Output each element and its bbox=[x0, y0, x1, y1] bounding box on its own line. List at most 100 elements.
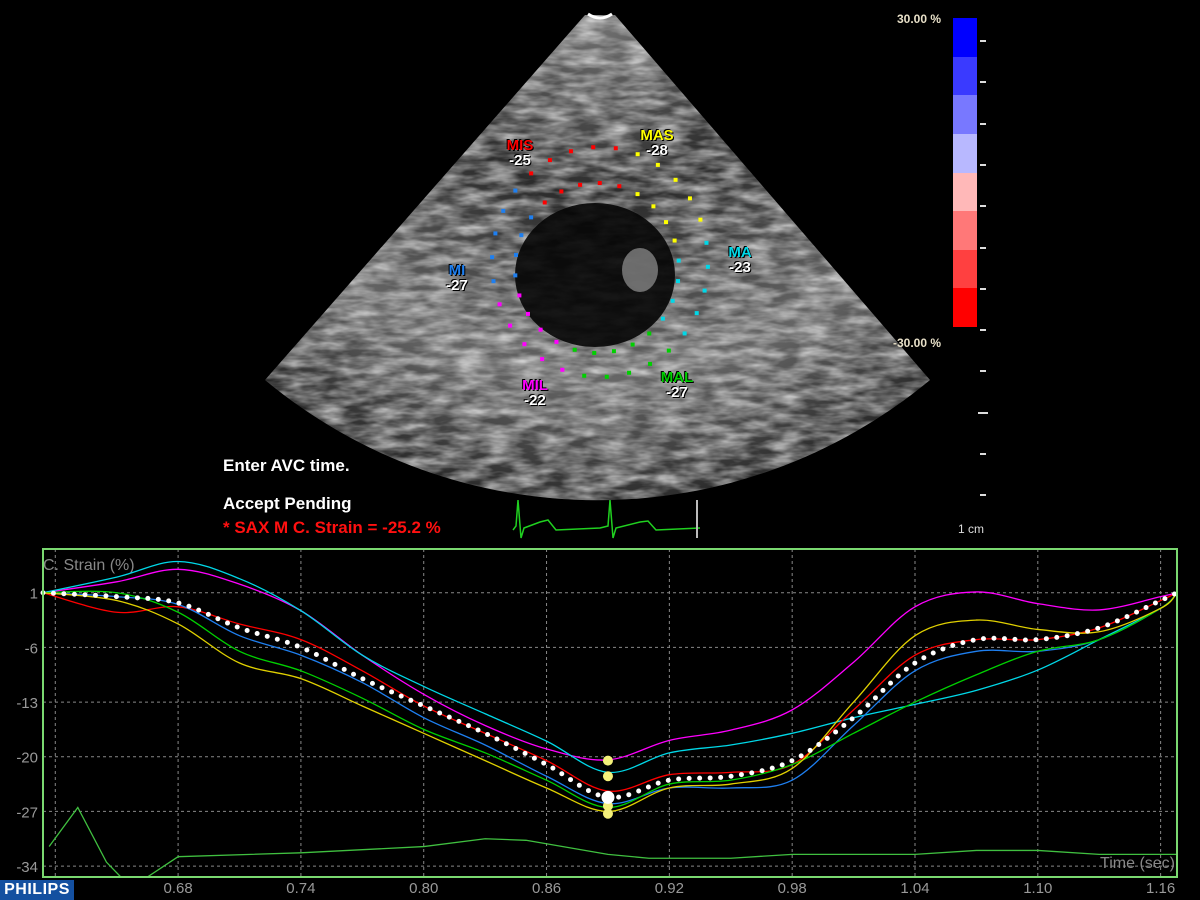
tracking-dot bbox=[673, 177, 678, 182]
tracking-dot bbox=[617, 184, 622, 189]
tracking-dot bbox=[694, 311, 699, 316]
tracking-dot bbox=[491, 279, 496, 284]
segment-label-mis: MIS -25 bbox=[498, 138, 542, 168]
x-tick-label: 0.86 bbox=[532, 880, 561, 897]
tracking-dot bbox=[672, 238, 677, 243]
papillary-muscle bbox=[622, 248, 658, 292]
tracking-dot bbox=[664, 220, 669, 225]
x-tick-label: 0.92 bbox=[655, 880, 684, 897]
tracking-dot bbox=[525, 311, 530, 316]
segment-value: -28 bbox=[646, 142, 668, 159]
segment-label-mal: MAL -27 bbox=[652, 370, 702, 400]
tracking-dot bbox=[670, 298, 675, 303]
x-tick-label: 1.16 bbox=[1146, 880, 1175, 897]
depth-tick bbox=[980, 163, 986, 166]
tracking-dot bbox=[648, 361, 653, 366]
peak-marker bbox=[602, 771, 613, 782]
y-tick-label: -34 bbox=[16, 859, 38, 876]
tracking-dot bbox=[682, 331, 687, 336]
segment-label-ma: MA -23 bbox=[720, 245, 760, 275]
colorbar-block bbox=[953, 133, 977, 173]
tracking-dot bbox=[490, 255, 495, 260]
tracking-dot bbox=[704, 240, 709, 245]
segment-value: -22 bbox=[524, 392, 546, 409]
tracking-dot bbox=[568, 149, 573, 154]
y-axis-label: C. Strain (%) bbox=[43, 557, 135, 574]
average-peak-marker bbox=[601, 790, 615, 804]
segment-label-mi: MI -27 bbox=[438, 263, 476, 293]
ultrasound-image bbox=[265, 12, 930, 539]
segment-value: -25 bbox=[509, 152, 531, 169]
tracking-dot bbox=[651, 204, 656, 209]
depth-tick bbox=[980, 81, 986, 84]
colorbar-block bbox=[953, 172, 977, 212]
ecg-trace bbox=[48, 806, 1177, 878]
x-tick-label: 1.10 bbox=[1023, 880, 1052, 897]
tracking-dot bbox=[597, 181, 602, 186]
global-strain-result: * SAX M C. Strain = -25.2 % bbox=[223, 518, 441, 537]
tracking-dot bbox=[604, 374, 609, 379]
x-axis-label: Time (sec) bbox=[1100, 855, 1175, 872]
tracking-dot bbox=[702, 288, 707, 293]
y-tick-label: -6 bbox=[25, 640, 38, 657]
colorbar-block bbox=[953, 211, 977, 250]
y-tick-label: -13 bbox=[16, 695, 38, 712]
tracking-dot bbox=[493, 231, 498, 236]
strain-colorbar bbox=[953, 18, 977, 327]
depth-tick bbox=[978, 411, 988, 414]
tracking-dot bbox=[538, 327, 543, 332]
colorbar-block bbox=[953, 56, 977, 96]
peak-marker bbox=[602, 808, 613, 819]
colorbar-max-label: 30.00 % bbox=[897, 12, 942, 26]
chart-frame bbox=[42, 548, 1178, 878]
tracking-dot bbox=[560, 367, 565, 372]
tracking-dot bbox=[572, 347, 577, 352]
depth-tick bbox=[980, 287, 986, 290]
tracking-dot bbox=[519, 233, 524, 238]
tracking-dot bbox=[655, 162, 660, 167]
philips-logo: PHILIPS bbox=[0, 880, 74, 900]
strain-chart: 0.620.680.740.800.860.920.981.041.101.16… bbox=[16, 548, 1180, 897]
tracking-dot bbox=[660, 316, 665, 321]
tracking-dot bbox=[513, 252, 518, 257]
ecg-thumbnail bbox=[512, 499, 701, 539]
tracking-dot bbox=[547, 158, 552, 163]
x-tick-label: 0.74 bbox=[286, 880, 315, 897]
x-tick-label: 0.80 bbox=[409, 880, 438, 897]
tracking-dot bbox=[582, 373, 587, 378]
tracking-dot bbox=[542, 200, 547, 205]
depth-tick bbox=[980, 205, 986, 208]
tracking-dot bbox=[698, 217, 703, 222]
depth-tick bbox=[980, 453, 986, 455]
x-tick-label: 1.04 bbox=[900, 880, 929, 897]
tracking-dot bbox=[676, 258, 681, 263]
status-text: Accept Pending bbox=[223, 494, 352, 513]
colorbar-block bbox=[953, 249, 977, 289]
y-tick-label: -20 bbox=[16, 750, 38, 767]
tracking-dot bbox=[522, 342, 527, 347]
strain-curve-mil bbox=[42, 568, 1178, 761]
ecg-thumbnail-trace bbox=[512, 499, 701, 539]
colorbar-min-label: -30.00 % bbox=[893, 336, 942, 350]
tracking-dot bbox=[630, 342, 635, 347]
peak-marker bbox=[602, 755, 613, 766]
segment-label-mas: MAS -28 bbox=[632, 128, 682, 158]
segment-label-mil: MIL -22 bbox=[513, 378, 557, 408]
tracking-dot bbox=[647, 331, 652, 336]
tracking-dot bbox=[666, 348, 671, 353]
tracking-dot bbox=[705, 264, 710, 269]
depth-tick bbox=[980, 246, 986, 249]
segment-value: -27 bbox=[446, 277, 468, 294]
tracking-dot bbox=[613, 146, 618, 151]
depth-tick bbox=[980, 329, 986, 332]
x-tick-label: 0.68 bbox=[163, 880, 192, 897]
tracking-dot bbox=[627, 370, 632, 375]
tracking-dot bbox=[517, 293, 522, 298]
tracking-dot bbox=[635, 192, 640, 197]
x-tick-label: 0.98 bbox=[778, 880, 807, 897]
tracking-dot bbox=[578, 182, 583, 187]
instruction-text: Enter AVC time. bbox=[223, 456, 350, 475]
tracking-dot bbox=[529, 171, 534, 176]
colorbar-block bbox=[953, 18, 977, 57]
segment-value: -23 bbox=[729, 259, 751, 276]
